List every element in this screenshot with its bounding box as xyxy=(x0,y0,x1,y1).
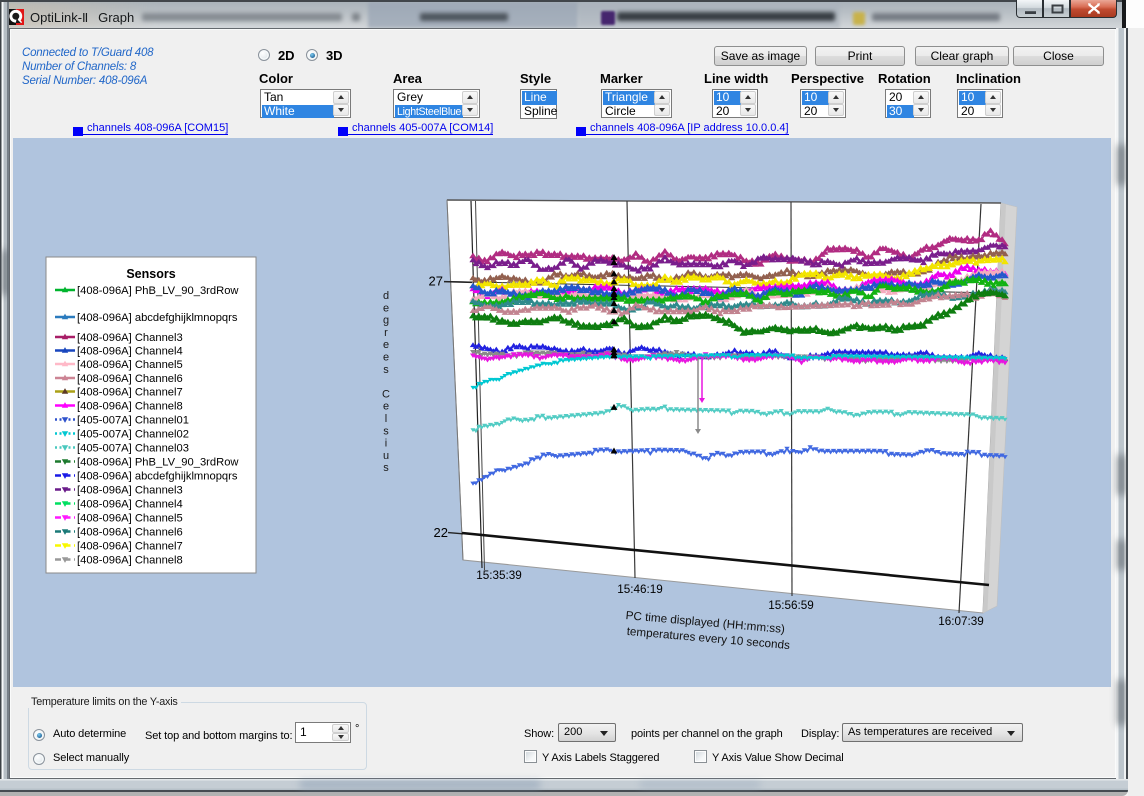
svg-text:[408-096A] abcdefghijklmnopqrs: [408-096A] abcdefghijklmnopqrs xyxy=(77,312,238,324)
svg-text:e: e xyxy=(383,302,389,314)
svg-text:[408-096A] PhB_LV_90_3rdRow: [408-096A] PhB_LV_90_3rdRow xyxy=(77,457,239,469)
svg-text:[408-096A] Channel6: [408-096A] Channel6 xyxy=(77,373,183,385)
svg-text:22: 22 xyxy=(434,525,448,540)
svg-text:[408-096A] Channel5: [408-096A] Channel5 xyxy=(77,359,183,371)
svg-text:[408-096A] Channel4: [408-096A] Channel4 xyxy=(77,346,183,358)
svg-text:u: u xyxy=(383,450,389,462)
svg-text:r: r xyxy=(384,327,388,339)
svg-text:[408-096A] Channel8: [408-096A] Channel8 xyxy=(77,555,183,567)
svg-text:g: g xyxy=(383,315,389,327)
svg-text:s: s xyxy=(383,462,389,474)
svg-text:[408-096A] Channel6: [408-096A] Channel6 xyxy=(77,527,183,539)
svg-text:16:07:39: 16:07:39 xyxy=(938,615,984,628)
svg-text:d: d xyxy=(383,290,389,302)
svg-text:[408-096A] Channel3: [408-096A] Channel3 xyxy=(77,332,183,344)
svg-text:[408-096A] Channel7: [408-096A] Channel7 xyxy=(77,387,183,399)
svg-text:[408-096A] Channel5: [408-096A] Channel5 xyxy=(77,513,183,525)
svg-text:15:56:59: 15:56:59 xyxy=(768,599,814,612)
svg-text:[408-096A] abcdefghijklmnopqrs: [408-096A] abcdefghijklmnopqrs xyxy=(77,471,238,483)
svg-text:C: C xyxy=(382,388,390,400)
svg-text:[408-096A] PhB_LV_90_3rdRow: [408-096A] PhB_LV_90_3rdRow xyxy=(77,285,239,297)
svg-text:[408-096A] Channel7: [408-096A] Channel7 xyxy=(77,541,183,553)
svg-text:e: e xyxy=(383,339,389,351)
svg-text:27: 27 xyxy=(429,274,443,289)
svg-text:e: e xyxy=(383,401,389,413)
svg-text:[405-007A] Channel01: [405-007A] Channel01 xyxy=(77,415,189,427)
svg-text:Sensors: Sensors xyxy=(126,267,175,281)
svg-text:[408-096A] Channel3: [408-096A] Channel3 xyxy=(77,485,183,497)
svg-text:[405-007A] Channel03: [405-007A] Channel03 xyxy=(77,443,189,455)
svg-text:i: i xyxy=(385,438,387,450)
svg-text:15:35:39: 15:35:39 xyxy=(476,569,522,582)
svg-text:s: s xyxy=(383,425,389,437)
svg-text:[405-007A] Channel02: [405-007A] Channel02 xyxy=(77,429,189,441)
svg-text:s: s xyxy=(383,364,389,376)
svg-text:e: e xyxy=(383,352,389,364)
svg-text:[408-096A] Channel4: [408-096A] Channel4 xyxy=(77,499,183,511)
svg-text:l: l xyxy=(385,413,387,425)
svg-text:15:46:19: 15:46:19 xyxy=(617,583,663,596)
svg-text:[408-096A] Channel8: [408-096A] Channel8 xyxy=(77,401,183,413)
